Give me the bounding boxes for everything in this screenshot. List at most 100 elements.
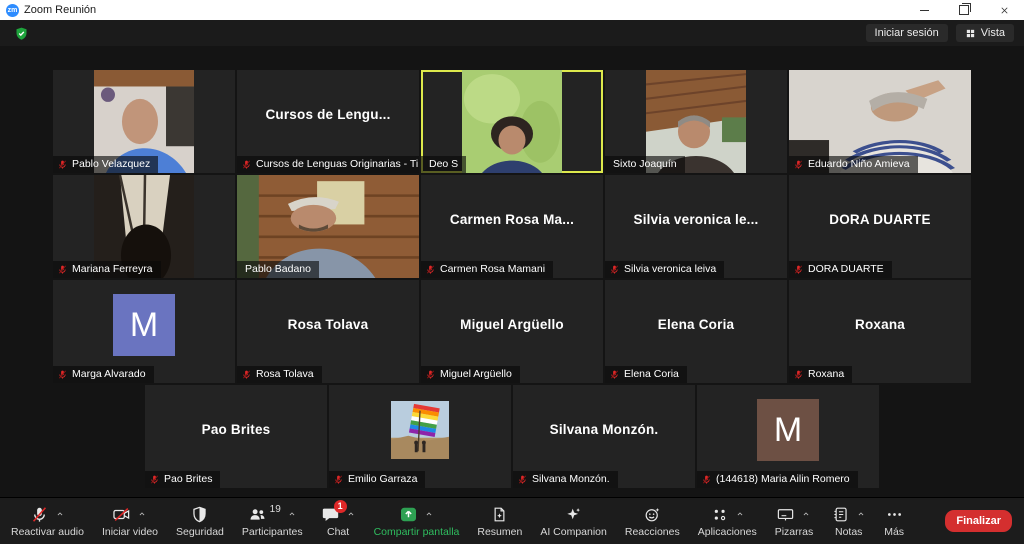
minimize-icon: [920, 10, 929, 11]
participant-name: Emilio Garraza: [348, 473, 417, 485]
reactions-button[interactable]: Reacciones: [616, 498, 689, 544]
video-options-chevron-icon[interactable]: [137, 509, 147, 519]
apps-options-chevron-icon[interactable]: [735, 509, 745, 519]
participant-tile-elena-coria[interactable]: Elena Coria Elena Coria: [605, 280, 787, 383]
participants-button[interactable]: 19 Participantes: [233, 498, 312, 544]
participant-tile-maria-ailin-romero[interactable]: M (144618) Maria Ailin Romero: [697, 385, 879, 488]
more-ellipsis-icon: [885, 505, 904, 524]
participants-icon: [248, 505, 267, 524]
chat-label: Chat: [327, 526, 349, 538]
participant-tile-miguel-arguello[interactable]: Miguel Argüello Miguel Argüello: [421, 280, 603, 383]
restore-button[interactable]: [944, 0, 984, 20]
chat-button[interactable]: 1 Chat: [312, 498, 365, 544]
close-button[interactable]: [984, 0, 1024, 20]
whiteboards-button[interactable]: Pizarras: [766, 498, 823, 544]
participant-tile-carmen-rosa-mamani[interactable]: Carmen Rosa Ma... Carmen Rosa Mamani: [421, 175, 603, 278]
muted-mic-icon: [149, 474, 160, 485]
participant-display-name: Carmen Rosa Ma...: [421, 175, 603, 264]
name-tag: Pablo Badano: [237, 261, 319, 278]
unmute-audio-button[interactable]: Reactivar audio: [2, 498, 93, 544]
notes-button[interactable]: Notas: [822, 498, 875, 544]
name-tag: Mariana Ferreyra: [53, 261, 161, 278]
chat-options-chevron-icon[interactable]: [346, 509, 356, 519]
name-tag: DORA DUARTE: [789, 261, 892, 278]
ai-companion-button[interactable]: AI Companion: [531, 498, 616, 544]
grid-view-icon: [965, 28, 976, 39]
participant-tile-eduardo-nino-amieva[interactable]: Eduardo Niño Amieva: [789, 70, 971, 173]
notes-label: Notas: [835, 526, 862, 538]
name-tag: Marga Alvarado: [53, 366, 154, 383]
participant-name: Eduardo Niño Amieva: [808, 158, 910, 170]
gallery-row-1: Pablo Velazquez Cursos de Lengu... Curso…: [53, 70, 971, 173]
participant-tile-pao-brites[interactable]: Pao Brites Pao Brites: [145, 385, 327, 488]
participant-display-name: Roxana: [789, 280, 971, 369]
participant-name: Miguel Argüello: [440, 368, 512, 380]
apps-icon: [710, 505, 729, 524]
participant-name: Silvia veronica leiva: [624, 263, 716, 275]
security-label: Seguridad: [176, 526, 224, 538]
participant-tile-silvana-monzon[interactable]: Silvana Monzón. Silvana Monzón.: [513, 385, 695, 488]
restore-icon: [959, 5, 969, 15]
summary-label: Resumen: [477, 526, 522, 538]
camera-off-icon: [112, 505, 131, 524]
name-tag: Sixto Joaquín: [605, 156, 685, 173]
participant-display-name: Elena Coria: [605, 280, 787, 369]
muted-mic-icon: [241, 159, 252, 170]
participant-name: Silvana Monzón.: [532, 473, 610, 485]
muted-mic-icon: [701, 474, 712, 485]
muted-mic-icon: [793, 369, 804, 380]
participant-tile-silvia-veronica-leiva[interactable]: Silvia veronica le... Silvia veronica le…: [605, 175, 787, 278]
view-button[interactable]: Vista: [956, 24, 1014, 42]
minimize-button[interactable]: [904, 0, 944, 20]
notes-options-chevron-icon[interactable]: [856, 509, 866, 519]
participant-display-name: Pao Brites: [145, 385, 327, 474]
participant-tile-cursos-de-lenguas[interactable]: Cursos de Lengu... Cursos de Lenguas Ori…: [237, 70, 419, 173]
name-tag: Roxana: [789, 366, 852, 383]
participant-tile-sixto-joaquin[interactable]: Sixto Joaquín: [605, 70, 787, 173]
share-screen-icon: [399, 505, 418, 524]
whiteboard-icon: [776, 505, 795, 524]
participant-name: Rosa Tolava: [256, 368, 314, 380]
participant-tile-roxana[interactable]: Roxana Roxana: [789, 280, 971, 383]
muted-mic-icon: [793, 159, 804, 170]
participant-tile-emilio-garraza[interactable]: Emilio Garraza: [329, 385, 511, 488]
participant-tile-mariana-ferreyra[interactable]: Mariana Ferreyra: [53, 175, 235, 278]
sign-in-button[interactable]: Iniciar sesión: [866, 24, 948, 42]
participant-name: Sixto Joaquín: [613, 158, 677, 170]
start-video-button[interactable]: Iniciar video: [93, 498, 167, 544]
participants-count: 19: [270, 504, 281, 515]
muted-mic-icon: [57, 159, 68, 170]
audio-options-chevron-icon[interactable]: [55, 509, 65, 519]
share-options-chevron-icon[interactable]: [424, 509, 434, 519]
participant-tile-deo-s-active-speaker[interactable]: Deo S: [421, 70, 603, 173]
more-button[interactable]: Más: [875, 498, 913, 544]
participant-name: Roxana: [808, 368, 844, 380]
gallery-row-2: Mariana Ferreyra Pablo Badano Carmen Ros…: [53, 175, 971, 278]
apps-button[interactable]: Aplicaciones: [689, 498, 766, 544]
summary-document-icon: [490, 505, 509, 524]
share-screen-button[interactable]: Compartir pantalla: [365, 498, 469, 544]
muted-mic-icon: [241, 369, 252, 380]
participant-tile-dora-duarte[interactable]: DORA DUARTE DORA DUARTE: [789, 175, 971, 278]
participant-name: Marga Alvarado: [72, 368, 146, 380]
end-meeting-button[interactable]: Finalizar: [945, 510, 1012, 532]
muted-mic-icon: [333, 474, 344, 485]
meeting-top-bar: Iniciar sesión Vista: [0, 20, 1024, 46]
encryption-shield-icon[interactable]: [14, 26, 29, 41]
window-title-bar: zm Zoom Reunión: [0, 0, 1024, 20]
participant-display-name: Silvia veronica le...: [605, 175, 787, 264]
muted-mic-icon: [30, 505, 49, 524]
participant-tile-marga-alvarado[interactable]: M Marga Alvarado: [53, 280, 235, 383]
whiteboards-options-chevron-icon[interactable]: [801, 509, 811, 519]
muted-mic-icon: [793, 264, 804, 275]
summary-button[interactable]: Resumen: [468, 498, 531, 544]
participant-display-name: Rosa Tolava: [237, 280, 419, 369]
participant-name: Pablo Velazquez: [72, 158, 150, 170]
participant-tile-rosa-tolava[interactable]: Rosa Tolava Rosa Tolava: [237, 280, 419, 383]
profile-photo-wiphala-flag: [391, 401, 449, 459]
security-button[interactable]: Seguridad: [167, 498, 233, 544]
participants-options-chevron-icon[interactable]: [287, 509, 297, 519]
muted-mic-icon: [57, 264, 68, 275]
participant-tile-pablo-badano[interactable]: Pablo Badano: [237, 175, 419, 278]
participant-tile-pablo-velazquez[interactable]: Pablo Velazquez: [53, 70, 235, 173]
